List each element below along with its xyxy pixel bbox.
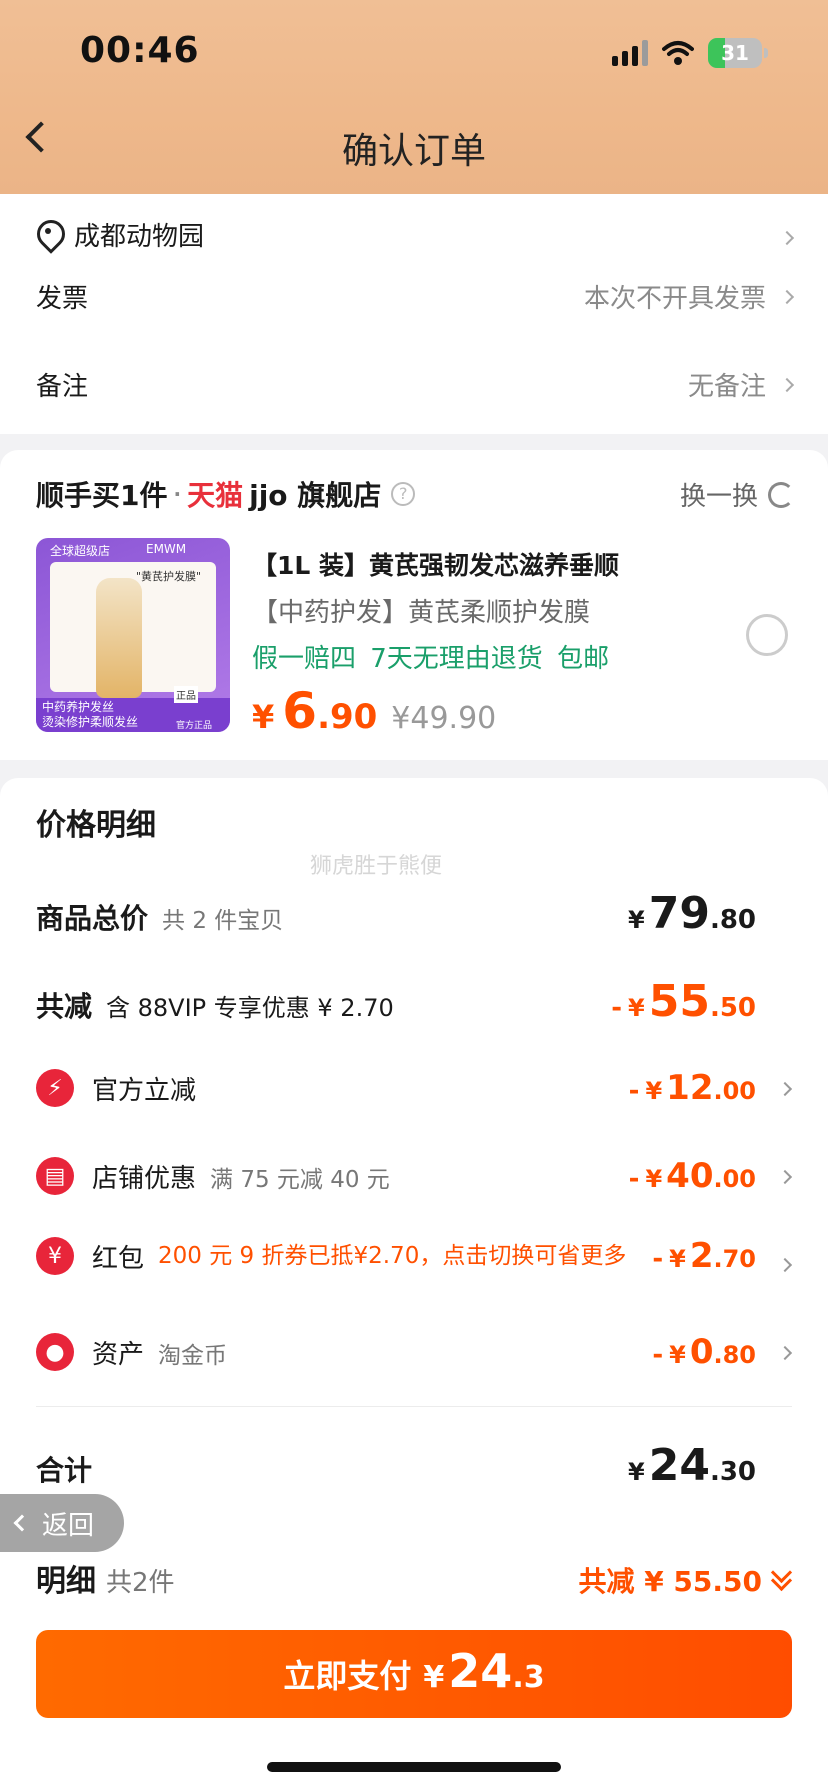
total-discount-sub: 含 88VIP 专享优惠 ¥ 2.70 <box>106 994 394 1022</box>
discount-label: 资产 <box>92 1340 145 1370</box>
chevron-right-icon <box>779 377 795 392</box>
discount-item-redpacket[interactable]: ¥ 红包 200 元 9 折券已抵¥2.70，点击切换可省更多 - ¥ 2 .7… <box>36 1236 756 1276</box>
help-icon[interactable]: ? <box>391 482 416 506</box>
signal-icon <box>612 40 648 66</box>
product-image-bubble: "黄芪护发膜" <box>136 570 202 583</box>
chevron-left-icon <box>13 1514 31 1532</box>
product-badge: 正品 <box>174 686 198 703</box>
battery-icon: 31 <box>708 38 762 68</box>
pay-label: 立即支付 <box>283 1657 412 1695</box>
discount-label: 官方立减 <box>92 1076 197 1106</box>
tmall-label: 天猫 <box>187 479 244 512</box>
grand-total-label: 合计 <box>36 1454 93 1487</box>
detail-row[interactable]: 明细 共2件 共减 ¥ 55.50 <box>36 1556 792 1600</box>
discount-amount: - ¥ 2 .70 <box>652 1236 756 1276</box>
remark-value: 无备注 <box>687 372 766 402</box>
remark-row[interactable]: 备注 无备注 <box>36 366 795 403</box>
discount-sub: 淘金币 <box>158 1343 228 1369</box>
double-chevron-down-icon[interactable] <box>770 1571 792 1591</box>
price-currency: ¥ <box>252 698 275 736</box>
divider <box>36 1406 792 1407</box>
chevron-right-icon <box>779 230 795 245</box>
price-dec: .90 <box>317 697 378 737</box>
refresh-icon <box>768 481 794 508</box>
grand-total-amount: ¥ 24 .30 <box>628 1440 756 1491</box>
invoice-label: 发票 <box>36 284 89 314</box>
discount-sub: 满 75 元减 40 元 <box>210 1167 390 1193</box>
total-discount-row: 共减 含 88VIP 专享优惠 ¥ 2.70 - ¥ 55 .50 <box>36 976 756 1027</box>
status-icons: 31 <box>612 38 768 68</box>
discount-amount: - ¥ 0 .80 <box>652 1332 756 1372</box>
home-indicator <box>267 1762 561 1772</box>
header-area: 00:46 31 确认订单 <box>0 0 828 194</box>
goods-total-row: 商品总价 共 2 件宝贝 ¥ 79 .80 <box>36 888 756 939</box>
grand-total-row: 合计 ¥ 24 .30 <box>36 1440 756 1491</box>
swap-button[interactable]: 换一换 <box>680 476 794 513</box>
chevron-right-icon <box>779 289 795 304</box>
product-name[interactable]: 【1L 装】黄芪强韧发芯滋养垂顺 <box>252 546 619 582</box>
discount-label: 红包 <box>92 1243 145 1274</box>
discount-item-assets[interactable]: ● 资产 淘金币 - ¥ 0 .80 <box>36 1332 756 1372</box>
remark-label: 备注 <box>36 372 89 402</box>
discount-label: 店铺优惠 <box>92 1164 197 1194</box>
select-radio[interactable] <box>746 614 788 656</box>
goods-total-amount: ¥ 79 .80 <box>628 888 756 939</box>
total-discount-label: 共减 <box>36 990 93 1023</box>
price-int: 6 <box>282 682 318 740</box>
invoice-value: 本次不开具发票 <box>583 284 766 314</box>
page-title: 确认订单 <box>341 131 486 172</box>
add-on-title: 顺手买1件 · 天猫 jjo 旗舰店 ? <box>36 474 416 514</box>
product-image[interactable]: 全球超级店 EMWM "黄芪护发膜" 中药养护发丝 烫染修护柔顺发丝 正品 官方… <box>36 538 230 732</box>
order-info-card: 成都动物园 发票 本次不开具发票 备注 无备注 <box>0 194 828 434</box>
store-icon: ▤ <box>36 1157 74 1195</box>
swap-label: 换一换 <box>679 482 758 512</box>
battery-level: 31 <box>721 41 749 65</box>
discount-item-official[interactable]: ⚡ 官方立减 - ¥ 12 .00 <box>36 1068 756 1108</box>
product-subtitle: 【中药护发】黄芪柔顺护发膜 <box>252 598 591 628</box>
detail-sub: 共2件 <box>106 1568 175 1598</box>
bottle-image <box>96 578 142 698</box>
total-discount-amount: - ¥ 55 .50 <box>611 976 756 1027</box>
product-tags: 假一赔四 7天无理由退货 包邮 <box>252 644 610 674</box>
product-image-brand: EMWM <box>146 542 187 556</box>
address-name: 成都动物园 <box>74 222 205 252</box>
price-detail-title: 价格明细 <box>36 808 156 843</box>
battery-tip <box>764 48 768 58</box>
detail-label: 明细 <box>36 1564 96 1599</box>
return-button[interactable]: 返回 <box>0 1494 124 1552</box>
discount-amount: - ¥ 12 .00 <box>628 1068 756 1108</box>
discount-item-store[interactable]: ▤ 店铺优惠 满 75 元减 40 元 - ¥ 40 .00 <box>36 1156 756 1196</box>
discount-sub: 200 元 9 折券已抵¥2.70，点击切换可省更多 <box>158 1242 627 1269</box>
product-image-tag: 全球超级店 <box>50 544 111 558</box>
return-label: 返回 <box>42 1510 95 1541</box>
wifi-icon <box>662 41 694 65</box>
detail-save: 共减 ¥ 55.50 <box>578 1565 762 1598</box>
add-on-label: 顺手买1件 <box>36 479 168 512</box>
goods-total-label: 商品总价 <box>36 902 149 935</box>
goods-total-sub: 共 2 件宝贝 <box>162 908 284 934</box>
status-time: 00:46 <box>80 30 200 71</box>
watermark: 狮虎胜于熊便 <box>310 854 443 879</box>
product-badge-2: 官方正品 <box>176 721 213 731</box>
discount-amount: - ¥ 40 .00 <box>628 1156 756 1196</box>
pay-now-button[interactable]: 立即支付 ¥ 24 .3 <box>36 1630 792 1718</box>
product-price: ¥ 6 .90 ¥49.90 <box>252 682 496 740</box>
original-price: ¥49.90 <box>391 701 497 736</box>
location-pin-icon <box>36 220 60 250</box>
store-name[interactable]: jjo 旗舰店 <box>249 474 381 514</box>
invoice-row[interactable]: 发票 本次不开具发票 <box>36 278 795 315</box>
red-packet-icon: ¥ <box>36 1237 74 1275</box>
address-row[interactable]: 成都动物园 <box>36 216 795 253</box>
lightning-icon: ⚡ <box>36 1069 74 1107</box>
address-arrow <box>766 220 795 250</box>
tag-icon: ● <box>36 1333 74 1371</box>
